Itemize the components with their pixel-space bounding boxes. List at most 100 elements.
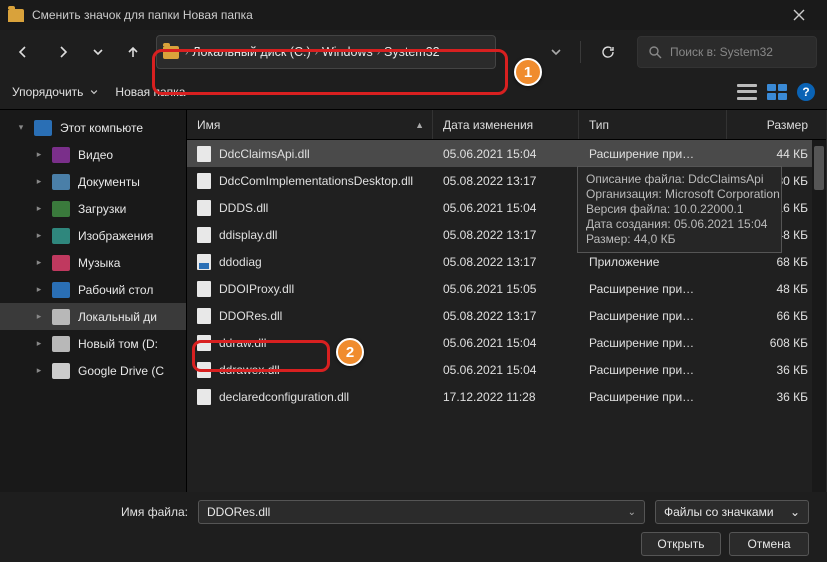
file-type: Расширение при… xyxy=(579,282,727,296)
tooltip-line: Версия файла: 10.0.22000.1 xyxy=(586,202,773,217)
file-date: 05.08.2022 13:17 xyxy=(433,255,579,269)
open-button[interactable]: Открыть xyxy=(641,532,721,556)
column-size[interactable]: Размер xyxy=(727,110,826,139)
view-list-icon[interactable] xyxy=(737,84,757,100)
chevron-right-icon: ▸ xyxy=(34,257,44,268)
scrollbar-thumb[interactable] xyxy=(814,146,824,190)
tooltip-line: Размер: 44,0 КБ xyxy=(586,232,773,247)
sidebar-item-label: Этот компьюте xyxy=(60,121,143,135)
column-name[interactable]: Имя▲ xyxy=(187,110,433,139)
file-date: 05.06.2021 15:05 xyxy=(433,282,579,296)
organize-menu[interactable]: Упорядочить xyxy=(12,85,99,99)
column-label: Тип xyxy=(589,118,609,132)
button-label: Открыть xyxy=(657,537,704,551)
forward-button[interactable] xyxy=(46,35,80,69)
sidebar-item-downloads[interactable]: ▸ Загрузки xyxy=(0,195,186,222)
search-input[interactable]: Поиск в: System32 xyxy=(637,36,817,68)
file-type: Расширение при… xyxy=(579,309,727,323)
breadcrumb-seg-system32[interactable]: System32 xyxy=(384,45,440,59)
google-drive-icon xyxy=(52,363,70,379)
file-icon xyxy=(197,281,211,297)
sidebar-item-pc[interactable]: ▾ Этот компьюте xyxy=(0,114,186,141)
close-button[interactable] xyxy=(779,0,819,30)
file-filter-select[interactable]: Файлы со значками ⌄ xyxy=(655,500,809,524)
sidebar-item-images[interactable]: ▸Изображения xyxy=(0,222,186,249)
file-name: DdcComImplementationsDesktop.dll xyxy=(219,174,413,188)
sidebar-item-music[interactable]: ▸ Музыка xyxy=(0,249,186,276)
file-type: Расширение при… xyxy=(579,390,727,404)
file-icon xyxy=(197,254,211,270)
drive-icon xyxy=(52,336,70,352)
chevron-down-icon: ▾ xyxy=(16,122,26,133)
cancel-button[interactable]: Отмена xyxy=(729,532,809,556)
breadcrumb-seg-windows[interactable]: Windows xyxy=(322,45,373,59)
file-row[interactable]: declaredconfiguration.dll17.12.2022 11:2… xyxy=(187,383,826,410)
file-date: 05.08.2022 13:17 xyxy=(433,228,579,242)
help-button[interactable]: ? xyxy=(797,83,815,101)
file-tooltip: Описание файла: DdcClaimsApi Организация… xyxy=(577,166,782,253)
sidebar-item-label: Документы xyxy=(78,175,140,189)
file-date: 05.08.2022 13:17 xyxy=(433,174,579,188)
breadcrumb-seg-drive[interactable]: Локальный диск (C:) xyxy=(192,45,310,59)
chevron-down-icon: ⌄ xyxy=(790,505,800,519)
sidebar-item-desktop[interactable]: ▸Рабочий стол xyxy=(0,276,186,303)
file-icon xyxy=(197,173,211,189)
recent-button[interactable] xyxy=(86,35,110,69)
view-grid-icon[interactable] xyxy=(767,84,787,100)
column-date[interactable]: Дата изменения xyxy=(433,110,579,139)
file-name: DDOIProxy.dll xyxy=(219,282,294,296)
button-label: Отмена xyxy=(747,537,790,551)
sidebar-item-label: Локальный ди xyxy=(78,310,157,324)
chevron-right-icon: › xyxy=(185,47,188,58)
tooltip-line: Дата создания: 05.06.2021 15:04 xyxy=(586,217,773,232)
dialog-footer: Имя файла: DDORes.dll ⌄ Файлы со значкам… xyxy=(0,492,827,562)
refresh-icon xyxy=(601,45,615,59)
sidebar-item-volume-d[interactable]: ▸Новый том (D: xyxy=(0,330,186,357)
column-type[interactable]: Тип xyxy=(579,110,727,139)
file-name: ddisplay.dll xyxy=(219,228,277,242)
drive-icon xyxy=(163,46,179,59)
file-date: 17.12.2022 11:28 xyxy=(433,390,579,404)
chevron-down-icon[interactable]: ⌄ xyxy=(628,507,636,518)
desktop-icon xyxy=(52,282,70,298)
column-headers: Имя▲ Дата изменения Тип Размер xyxy=(187,110,826,140)
new-folder-label: Новая папка xyxy=(115,85,185,99)
file-row[interactable]: ddrawex.dll05.06.2021 15:04Расширение пр… xyxy=(187,356,826,383)
up-button[interactable] xyxy=(116,35,150,69)
file-row[interactable]: DDORes.dll05.08.2022 13:17Расширение при… xyxy=(187,302,826,329)
chevron-down-icon xyxy=(549,45,563,59)
sidebar-item-label: Видео xyxy=(78,148,113,162)
file-date: 05.06.2021 15:04 xyxy=(433,147,579,161)
sidebar-item-label: Загрузки xyxy=(78,202,126,216)
chevron-right-icon: ▸ xyxy=(34,149,44,160)
sidebar: ▾Этот компьюте ▸Видео ▸Документы ▸Загруз… xyxy=(0,110,186,492)
chevron-right-icon: ▸ xyxy=(34,203,44,214)
sidebar-item-video[interactable]: ▸ Видео xyxy=(0,141,186,168)
file-icon xyxy=(197,362,211,378)
file-name: DdcClaimsApi.dll xyxy=(219,147,310,161)
filename-input[interactable]: DDORes.dll ⌄ xyxy=(198,500,645,524)
images-icon xyxy=(52,228,70,244)
sidebar-item-google-drive[interactable]: ▸Google Drive (C xyxy=(0,357,186,384)
file-icon xyxy=(197,389,211,405)
scrollbar[interactable] xyxy=(812,140,826,492)
sidebar-item-docs[interactable]: ▸Документы xyxy=(0,168,186,195)
file-row[interactable]: DDOIProxy.dll 05.06.2021 15:05Расширение … xyxy=(187,275,826,302)
file-row[interactable]: ddraw.dll05.06.2021 15:04Расширение при…… xyxy=(187,329,826,356)
refresh-button[interactable] xyxy=(591,35,625,69)
annotation-badge-2: 2 xyxy=(336,338,364,366)
address-dropdown[interactable] xyxy=(542,35,570,69)
breadcrumb[interactable]: › Локальный диск (C:) › Windows › System… xyxy=(156,35,496,69)
documents-icon xyxy=(52,174,70,190)
chevron-right-icon: › xyxy=(315,47,318,58)
toolbar: Упорядочить Новая папка ? xyxy=(0,74,827,110)
new-folder-button[interactable]: Новая папка xyxy=(115,85,185,99)
file-date: 05.06.2021 15:04 xyxy=(433,201,579,215)
separator xyxy=(580,41,581,63)
filename-value: DDORes.dll xyxy=(207,505,270,519)
file-name: DDORes.dll xyxy=(219,309,282,323)
back-button[interactable] xyxy=(6,35,40,69)
file-row[interactable]: DdcClaimsApi.dll05.06.2021 15:04Расширен… xyxy=(187,140,826,167)
sidebar-item-label: Музыка xyxy=(78,256,120,270)
sidebar-item-local-disk[interactable]: ▸Локальный ди xyxy=(0,303,186,330)
